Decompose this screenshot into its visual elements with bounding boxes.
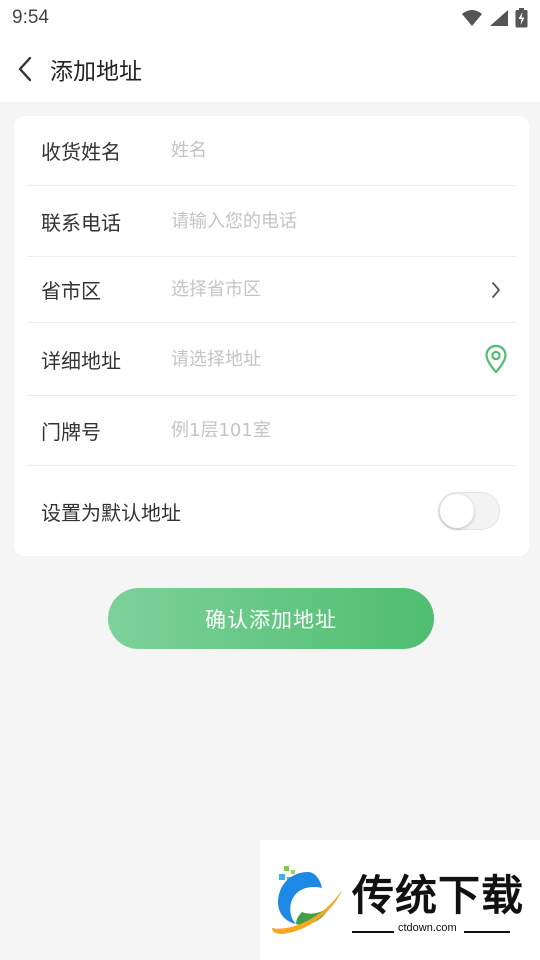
app-bar: 添加地址	[0, 36, 540, 102]
region-label: 省市区	[41, 279, 101, 303]
ctdown-logo-icon	[272, 866, 342, 934]
watermark: 传统下载 ctdown.com	[260, 840, 540, 960]
status-time: 9:54	[12, 7, 49, 28]
watermark-line-left	[352, 931, 394, 933]
back-button[interactable]	[0, 36, 50, 102]
battery-charging-icon	[515, 8, 528, 28]
locate-button[interactable]	[476, 344, 516, 374]
confirm-add-address-button[interactable]: 确认添加地址	[108, 588, 434, 649]
page-title: 添加地址	[50, 59, 142, 85]
default-row: 设置为默认地址	[27, 466, 516, 556]
door-label: 门牌号	[41, 420, 101, 444]
address-form-card: 收货姓名 联系电话 省市区 详细地址 门牌号 设置为默认地址	[14, 116, 529, 556]
status-icons	[461, 8, 528, 28]
cell-signal-icon	[490, 10, 508, 26]
region-arrow[interactable]	[476, 281, 516, 299]
address-input[interactable]	[171, 348, 476, 370]
name-row: 收货姓名	[27, 116, 516, 186]
address-row: 详细地址	[27, 323, 516, 396]
name-input[interactable]	[171, 140, 516, 161]
chevron-right-icon	[492, 281, 500, 298]
name-label: 收货姓名	[41, 140, 121, 164]
door-row: 门牌号	[27, 396, 516, 466]
toggle-knob	[440, 494, 474, 528]
default-address-toggle[interactable]	[438, 492, 500, 530]
door-input[interactable]	[171, 420, 516, 441]
region-input[interactable]	[171, 279, 476, 300]
watermark-line-right	[464, 931, 510, 933]
watermark-brand: 传统下载	[352, 871, 525, 920]
default-label: 设置为默认地址	[41, 500, 181, 525]
region-row[interactable]: 省市区	[27, 257, 516, 323]
address-label: 详细地址	[41, 348, 121, 373]
phone-row: 联系电话	[27, 186, 516, 257]
phone-input[interactable]	[171, 210, 516, 232]
chevron-left-icon	[18, 56, 32, 82]
location-pin-icon	[485, 344, 507, 374]
status-bar: 9:54	[0, 0, 540, 36]
wifi-icon	[462, 10, 482, 26]
phone-label: 联系电话	[41, 210, 121, 235]
watermark-domain: ctdown.com	[398, 922, 457, 934]
